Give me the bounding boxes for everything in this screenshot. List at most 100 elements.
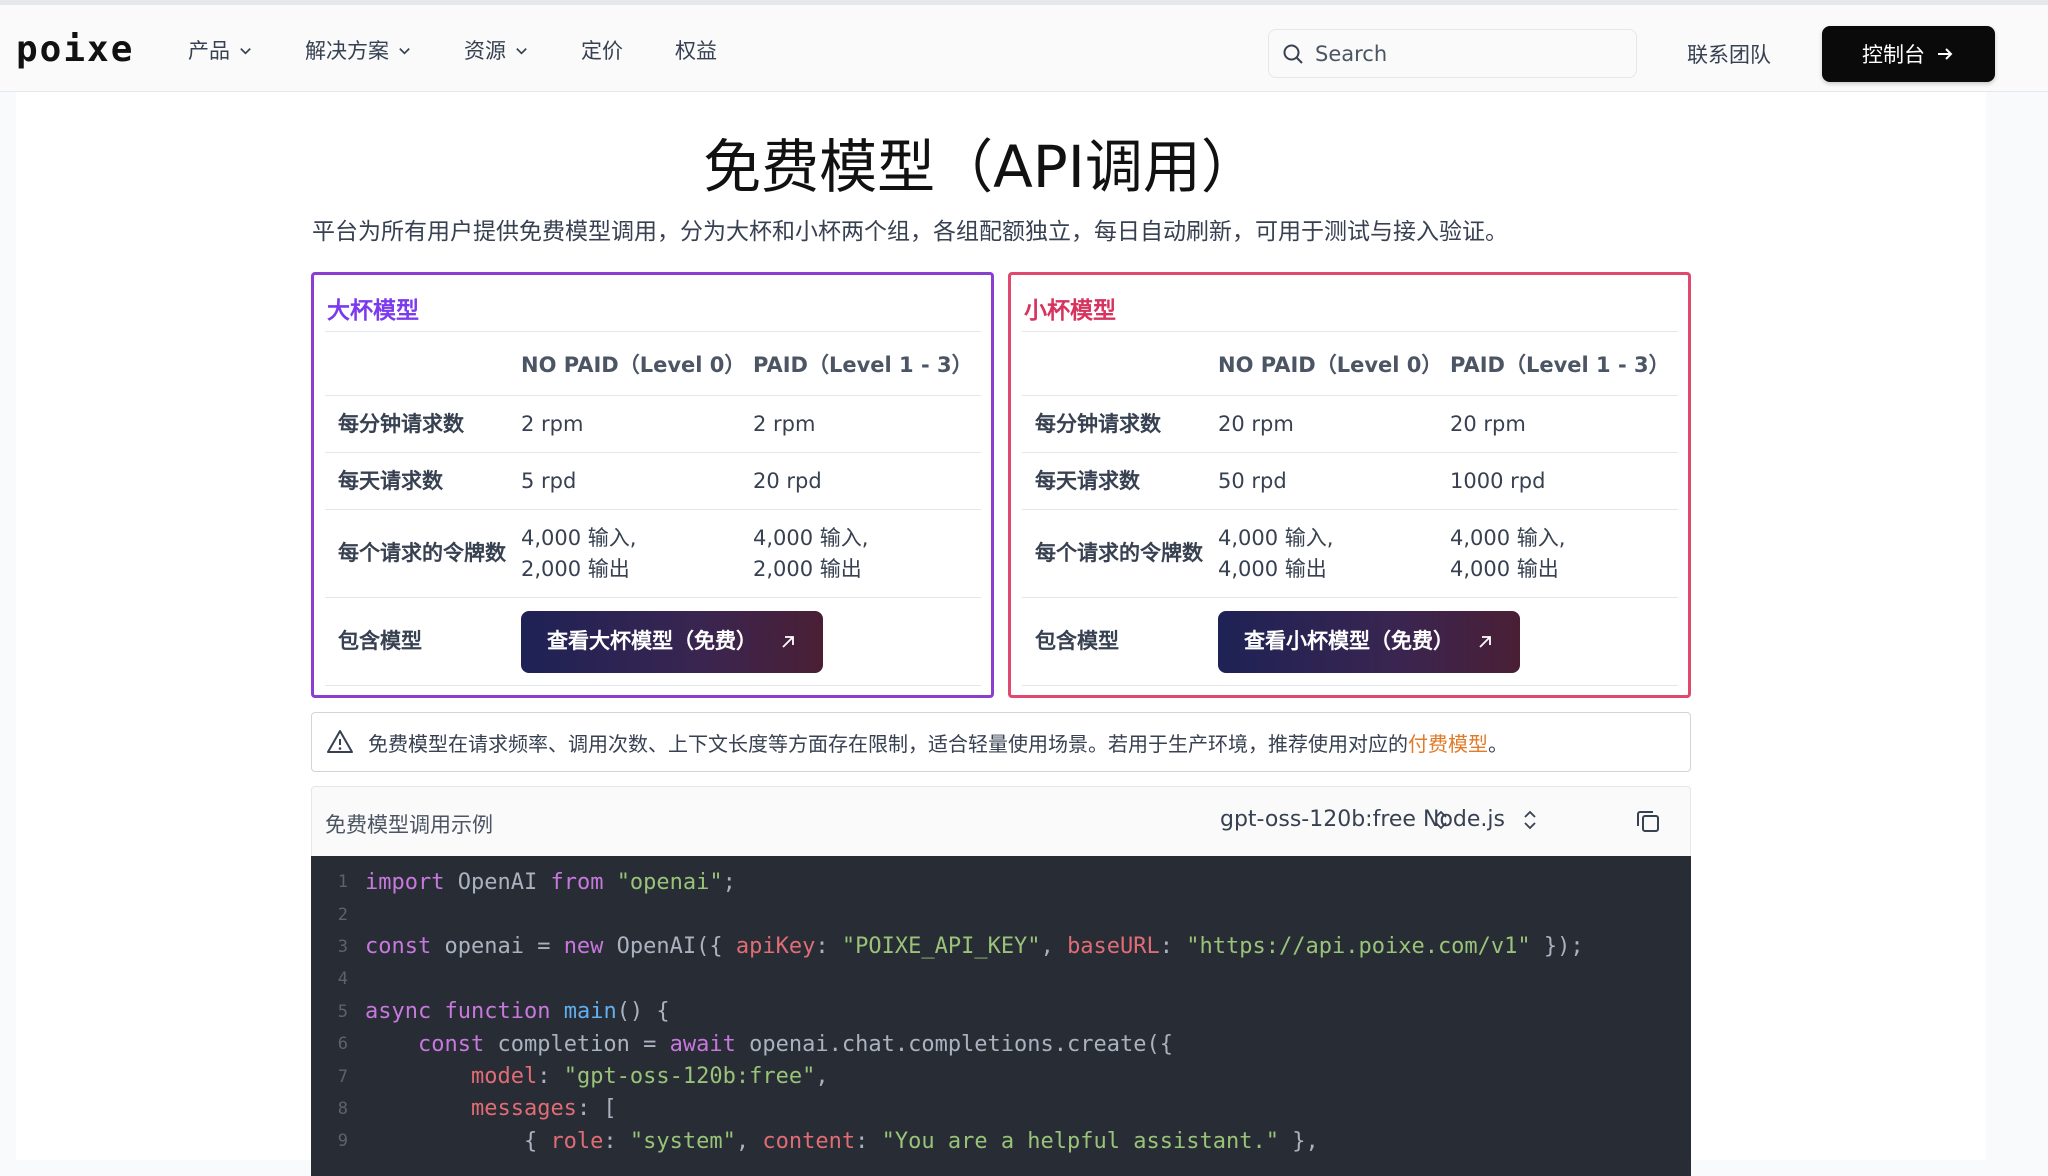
nav-item-label: 资源 (464, 39, 506, 63)
updown-icon (1524, 810, 1536, 829)
table-header-paid: PAID（Level 1 - 3） (753, 331, 981, 396)
copy-icon[interactable] (1634, 807, 1662, 835)
table-header-row: NO PAID（Level 0） PAID（Level 1 - 3） (1022, 331, 1678, 396)
table-header-empty (1022, 331, 1218, 396)
arrow-right-icon (1938, 48, 1953, 60)
nav-item-resources[interactable]: 资源 (464, 35, 529, 65)
cell-line: 2,000 输出 (753, 556, 862, 581)
model-select[interactable]: gpt-oss-120b:free (1220, 807, 1450, 832)
nav-item-solutions[interactable]: 解决方案 (305, 35, 412, 65)
warning-icon (327, 730, 353, 753)
logo[interactable]: poixe (16, 29, 134, 70)
table-row: 每天请求数 50 rpd 1000 rpd (1022, 452, 1678, 510)
quota-table: NO PAID（Level 0） PAID（Level 1 - 3） 每分钟请求… (1022, 331, 1678, 686)
line-number: 4 (337, 969, 348, 990)
code-line: 7 model: "gpt-oss-120b:free", (311, 1060, 1691, 1092)
cell-button: 查看大杯模型（免费） (521, 597, 981, 686)
cell-nopaid: 50 rpd (1218, 452, 1450, 510)
cell-paid: 20 rpd (753, 452, 981, 510)
nav-item-label: 解决方案 (305, 39, 389, 63)
code-block: 1 import OpenAI from "openai"; 2 3 const o… (311, 856, 1691, 1176)
button-label: 查看大杯模型（免费） (547, 629, 757, 653)
page-title: 免费模型（API调用） (703, 133, 1259, 201)
code-text: { role: "system", content: "You are a he… (365, 1128, 1319, 1154)
row-label: 每天请求数 (325, 452, 521, 510)
cell-paid: 4,000 输入, 2,000 输出 (753, 509, 981, 598)
code-line: 5 async function main() { (311, 996, 1691, 1028)
table-header-nopaid: NO PAID（Level 0） (1218, 331, 1450, 396)
code-line: 6 const completion = await openai.chat.c… (311, 1028, 1691, 1060)
cell-paid: 20 rpm (1450, 395, 1678, 453)
console-button[interactable]: 控制台 (1822, 26, 1995, 82)
notice-end: 。 (1488, 731, 1508, 756)
quota-table: NO PAID（Level 0） PAID（Level 1 - 3） 每分钟请求… (325, 331, 981, 686)
cell-nopaid: 2 rpm (521, 395, 753, 453)
contact-team-link[interactable]: 联系团队 (1687, 39, 1771, 69)
chevron-down-icon (516, 47, 527, 55)
line-number: 7 (337, 1066, 348, 1087)
table-header-paid: PAID（Level 1 - 3） (1450, 331, 1678, 396)
cell-line: 4,000 输入, (1450, 525, 1566, 550)
cell-line: 4,000 输入, (753, 525, 869, 550)
code-line: 4 (311, 963, 1691, 995)
code-text: const completion = await openai.chat.com… (417, 1031, 1173, 1057)
console-button-label: 控制台 (1862, 43, 1925, 67)
view-small-models-button[interactable]: 查看小杯模型（免费） (1218, 610, 1520, 673)
line-number: 6 (337, 1034, 348, 1055)
cell-paid: 2 rpm (753, 395, 981, 453)
code-text: messages: [ (470, 1096, 617, 1122)
line-number: 9 (337, 1131, 348, 1152)
code-line: 9 { role: "system", content: "You are a … (311, 1125, 1691, 1157)
small-model-card: 小杯模型 NO PAID（Level 0） PAID（Level 1 - 3） … (1008, 272, 1691, 698)
big-model-card: 大杯模型 NO PAID（Level 0） PAID（Level 1 - 3） … (311, 272, 994, 698)
code-text: const openai = new OpenAI({ apiKey: "POI… (365, 934, 1584, 960)
code-example-header: 免费模型调用示例 gpt-oss-120b:free Node.js (311, 786, 1691, 856)
table-row: 包含模型 查看小杯模型（免费） (1022, 597, 1678, 686)
code-text: import OpenAI from "openai"; (365, 869, 736, 895)
code-text: model: "gpt-oss-120b:free", (470, 1064, 829, 1090)
nav-item-products[interactable]: 产品 (188, 35, 253, 65)
row-label: 每个请求的令牌数 (1022, 509, 1218, 598)
cell-nopaid: 4,000 输入, 2,000 输出 (521, 509, 753, 598)
card-title: 大杯模型 (327, 298, 419, 324)
arrow-up-right-icon (782, 635, 794, 648)
row-label: 每分钟请求数 (325, 395, 521, 453)
arrow-up-right-icon (1479, 635, 1491, 648)
nav-item-label: 权益 (675, 39, 717, 63)
search-input[interactable] (1315, 41, 1615, 66)
row-label: 包含模型 (325, 597, 521, 686)
view-big-models-button[interactable]: 查看大杯模型（免费） (521, 610, 823, 673)
cell-paid: 1000 rpd (1450, 452, 1678, 510)
code-line: 3 const openai = new OpenAI({ apiKey: "PO… (311, 931, 1691, 963)
search-box[interactable] (1268, 29, 1637, 78)
nav-item-pricing[interactable]: 定价 (581, 35, 623, 65)
model-select-value: gpt-oss-120b:free (1220, 807, 1416, 832)
limit-notice: 免费模型在请求频率、调用次数、上下文长度等方面存在限制，适合轻量使用场景。若用于… (311, 712, 1691, 772)
card-title: 小杯模型 (1024, 298, 1116, 324)
cell-line: 4,000 输出 (1218, 556, 1327, 581)
table-row: 每分钟请求数 20 rpm 20 rpm (1022, 395, 1678, 453)
table-row: 包含模型 查看大杯模型（免费） (325, 597, 981, 686)
language-select-value: Node.js (1423, 807, 1505, 832)
cell-line: 4,000 输入, (1218, 525, 1334, 550)
cell-line: 4,000 输入, (521, 525, 637, 550)
table-row: 每个请求的令牌数 4,000 输入, 2,000 输出 4,000 输入, 2,00… (325, 509, 981, 598)
table-header-empty (325, 331, 521, 396)
main-nav: 产品 解决方案 资源 定价 权益 (188, 35, 769, 65)
table-row: 每分钟请求数 2 rpm 2 rpm (325, 395, 981, 453)
code-text: async function main() { (365, 999, 670, 1025)
cell-line: 4,000 输出 (1450, 556, 1559, 581)
row-label: 每个请求的令牌数 (325, 509, 521, 598)
nav-item-label: 产品 (188, 39, 230, 63)
row-label: 每天请求数 (1022, 452, 1218, 510)
nav-item-label: 定价 (581, 39, 623, 63)
paid-models-link[interactable]: 付费模型 (1408, 728, 1488, 757)
site-header: poixe 产品 解决方案 资源 定价 权益 联系团队 控制台 (0, 5, 2048, 92)
line-number: 8 (337, 1098, 348, 1119)
language-select[interactable]: Node.js (1423, 807, 1539, 832)
row-label: 每分钟请求数 (1022, 395, 1218, 453)
code-example-title: 免费模型调用示例 (325, 813, 493, 837)
main-content: 免费模型（API调用） 平台为所有用户提供免费模型调用，分为大杯和小杯两个组，各… (16, 92, 1986, 1176)
nav-item-benefits[interactable]: 权益 (675, 35, 717, 65)
code-line: 2 (311, 898, 1691, 930)
